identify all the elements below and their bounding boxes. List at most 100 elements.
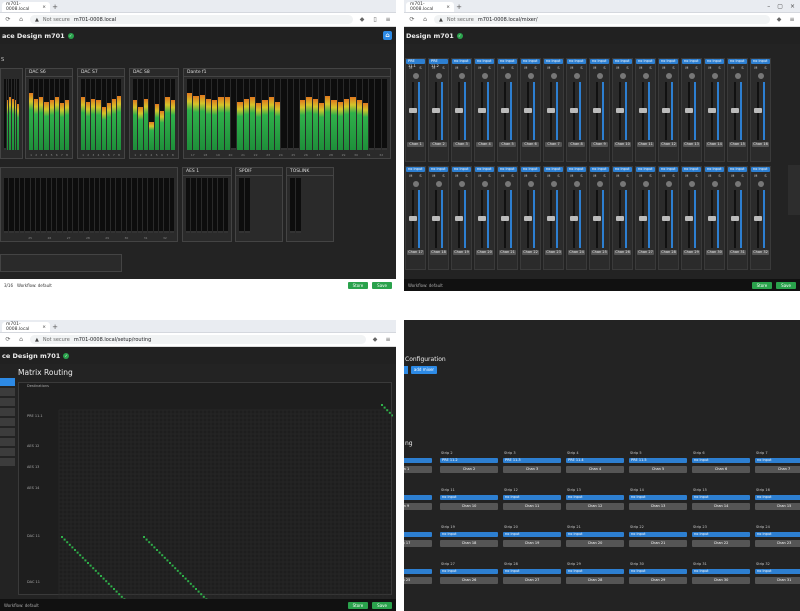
route-point[interactable]: [118, 593, 121, 596]
route-point[interactable]: [202, 595, 205, 598]
strip-channel-button[interactable]: Chan 21: [629, 540, 687, 547]
fader-cap[interactable]: [592, 108, 601, 113]
mute-button[interactable]: M: [570, 66, 573, 70]
strip-channel-button[interactable]: Chan 15: [755, 503, 800, 510]
fader-cap[interactable]: [523, 216, 532, 221]
strip-input-select[interactable]: PRE 11.4: [566, 458, 624, 463]
channel-name-button[interactable]: Chan 17: [407, 250, 424, 255]
fader[interactable]: [661, 190, 676, 248]
strip-channel-button[interactable]: Chan 2: [440, 466, 498, 473]
fader-cap[interactable]: [684, 108, 693, 113]
fader[interactable]: [569, 82, 584, 140]
solo-button[interactable]: S: [626, 174, 628, 178]
route-point[interactable]: [100, 575, 102, 577]
route-point[interactable]: [120, 595, 123, 598]
mute-button[interactable]: M: [685, 66, 688, 70]
pan-knob[interactable]: [596, 73, 603, 79]
nav-item[interactable]: [0, 458, 15, 466]
mute-button[interactable]: M: [754, 66, 757, 70]
pan-knob[interactable]: [458, 181, 465, 187]
solo-button[interactable]: S: [695, 174, 697, 178]
channel-name-button[interactable]: Chan 4: [476, 142, 493, 147]
menu-icon[interactable]: ≡: [384, 16, 392, 23]
fader-cap[interactable]: [500, 108, 509, 113]
menu-icon[interactable]: ≡: [788, 16, 796, 23]
solo-button[interactable]: S: [764, 174, 766, 178]
route-point[interactable]: [89, 564, 92, 567]
pan-knob[interactable]: [757, 73, 764, 79]
route-point[interactable]: [176, 569, 179, 572]
input-chip[interactable]: no input: [498, 59, 517, 64]
route-point[interactable]: [71, 546, 74, 549]
solo-button[interactable]: S: [626, 66, 628, 70]
url-field[interactable]: ▲ Not secure m701-0008.local/mixer/: [434, 15, 770, 24]
input-chip[interactable]: no input: [636, 59, 655, 64]
mute-button[interactable]: M: [708, 66, 711, 70]
new-tab-icon[interactable]: +: [454, 2, 464, 12]
fader-cap[interactable]: [615, 216, 624, 221]
route-point[interactable]: [107, 582, 110, 585]
input-chip[interactable]: no input: [590, 59, 609, 64]
route-point[interactable]: [68, 543, 71, 546]
config-edge-button[interactable]: [404, 366, 408, 374]
route-point[interactable]: [192, 585, 195, 588]
pan-knob[interactable]: [412, 73, 419, 79]
input-chip[interactable]: no input: [705, 167, 724, 172]
channel-name-button[interactable]: Chan 31: [729, 250, 746, 255]
fader[interactable]: [592, 82, 607, 140]
solo-button[interactable]: S: [488, 174, 490, 178]
pan-knob[interactable]: [619, 181, 626, 187]
save-button[interactable]: Save: [776, 281, 796, 289]
route-point[interactable]: [200, 593, 203, 596]
channel-name-button[interactable]: Chan 21: [499, 250, 516, 255]
channel-name-button[interactable]: Chan 19: [453, 250, 470, 255]
solo-button[interactable]: S: [511, 66, 513, 70]
input-chip[interactable]: no input: [452, 59, 471, 64]
fader[interactable]: [500, 82, 515, 140]
nav-item[interactable]: [0, 428, 15, 436]
input-chip[interactable]: no input: [682, 167, 701, 172]
route-point[interactable]: [145, 538, 148, 541]
solo-button[interactable]: S: [741, 174, 743, 178]
pan-knob[interactable]: [481, 73, 488, 79]
mute-button[interactable]: M: [570, 174, 573, 178]
fader[interactable]: [500, 190, 515, 248]
input-chip[interactable]: no input: [475, 59, 494, 64]
fader-cap[interactable]: [707, 216, 716, 221]
route-point[interactable]: [63, 538, 66, 541]
pan-knob[interactable]: [573, 181, 580, 187]
mute-button[interactable]: M: [662, 174, 665, 178]
pan-knob[interactable]: [573, 73, 580, 79]
channel-name-button[interactable]: Chan 14: [706, 142, 723, 147]
fader-cap[interactable]: [569, 216, 578, 221]
route-point[interactable]: [184, 577, 187, 580]
solo-button[interactable]: S: [580, 174, 582, 178]
strip-channel-button[interactable]: Chan 26: [440, 577, 498, 584]
strip-channel-button[interactable]: Chan 25: [404, 577, 432, 584]
fader-cap[interactable]: [431, 108, 440, 113]
pan-knob[interactable]: [711, 73, 718, 79]
fader-cap[interactable]: [477, 108, 486, 113]
routing-matrix-grid[interactable]: PRE 11.1 AES 12 AES 13 AES 14 DAC 11 DAC 11: [19, 390, 393, 600]
channel-name-button[interactable]: Chan 32: [752, 250, 769, 255]
route-point[interactable]: [381, 404, 383, 406]
bookmark-icon[interactable]: ⌂: [421, 16, 429, 23]
route-point[interactable]: [84, 559, 87, 562]
mute-button[interactable]: M: [432, 66, 435, 70]
strip-channel-button[interactable]: Chan 28: [566, 577, 624, 584]
mute-button[interactable]: M: [639, 66, 642, 70]
solo-button[interactable]: S: [580, 66, 582, 70]
route-point[interactable]: [174, 567, 177, 570]
fader[interactable]: [477, 190, 492, 248]
strip-input-select[interactable]: no input: [503, 532, 561, 537]
route-point[interactable]: [143, 536, 145, 538]
solo-button[interactable]: S: [442, 66, 444, 70]
strip-input-select[interactable]: no input: [755, 458, 800, 463]
pan-knob[interactable]: [527, 73, 534, 79]
fader[interactable]: [546, 82, 561, 140]
fader-cap[interactable]: [661, 108, 670, 113]
route-point[interactable]: [97, 572, 100, 575]
strip-channel-button[interactable]: Chan 30: [692, 577, 750, 584]
input-chip[interactable]: no input: [521, 59, 540, 64]
strip-input-select[interactable]: no input: [404, 495, 432, 500]
